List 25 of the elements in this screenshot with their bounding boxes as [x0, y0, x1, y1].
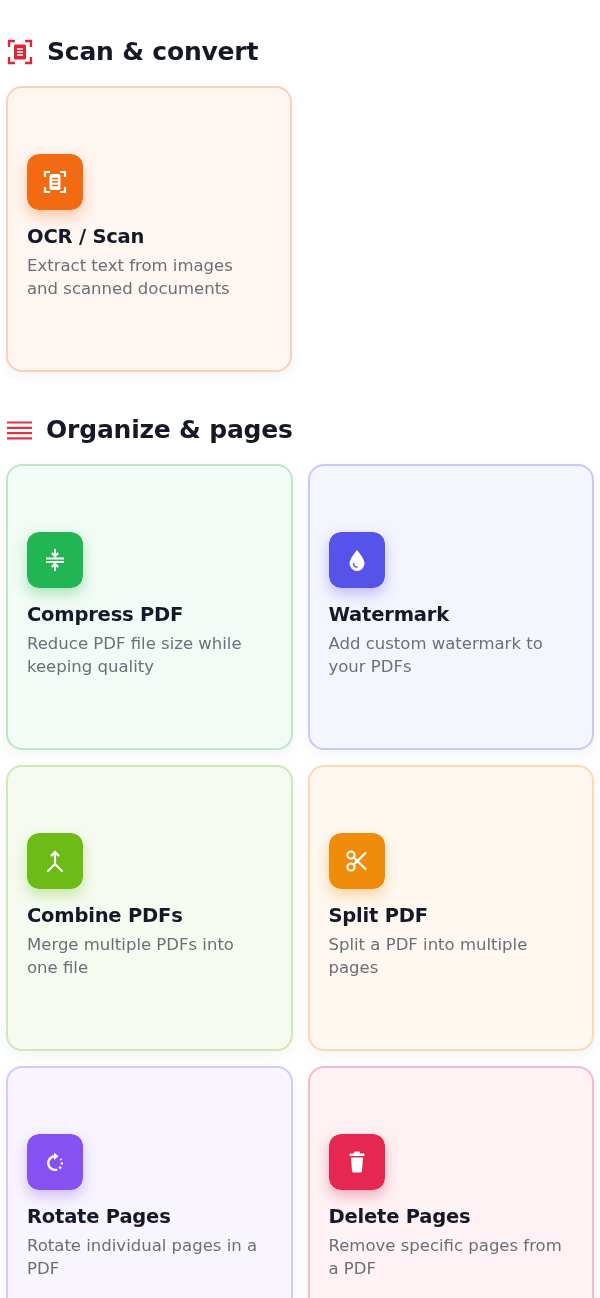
tool-description: Add custom watermark to your PDFs — [328, 633, 544, 678]
tool-title: Delete Pages — [328, 1204, 472, 1230]
tool-card[interactable]: OCR / Scan Extract text from images and scanned documents — [6, 86, 292, 372]
tool-description: Extract text from images and scanned documents — [27, 255, 234, 300]
tool-title: OCR / Scan — [27, 224, 146, 250]
tool-card[interactable]: Combine PDFs Merge multiple PDFs into one file — [6, 765, 293, 1051]
tool-card[interactable]: Compress PDF Reduce PDF file size while keeping quality — [6, 464, 293, 750]
tool-description: Rotate individual pages in a PDF — [27, 1235, 259, 1280]
scan-frame-icon — [7, 39, 33, 65]
section-heading: Organize & pages — [46, 414, 293, 446]
tool-title: Compress PDF — [27, 602, 185, 628]
tool-title: Combine PDFs — [27, 903, 184, 929]
tool-card[interactable]: Delete Pages Remove specific pages from a PDF — [307, 1066, 594, 1298]
tool-title: Split PDF — [328, 903, 429, 929]
tool-card[interactable]: Split PDF Split a PDF into multiple pages — [307, 765, 594, 1051]
tool-card[interactable]: Rotate Pages Rotate individual pages in a PDF — [6, 1066, 293, 1298]
tool-description: Remove specific pages from a PDF — [328, 1235, 563, 1280]
tool-card[interactable]: Watermark Add custom watermark to your PDFs — [307, 464, 594, 750]
tool-description: Split a PDF into multiple pages — [328, 934, 529, 979]
tool-title: Watermark — [328, 602, 451, 628]
tool-description: Merge multiple PDFs into one file — [27, 934, 235, 979]
section-heading: Scan & convert — [47, 36, 259, 68]
lines-icon — [7, 420, 32, 440]
tool-title: Rotate Pages — [27, 1204, 172, 1230]
tool-description: Reduce PDF file size while keeping quality — [27, 633, 243, 678]
